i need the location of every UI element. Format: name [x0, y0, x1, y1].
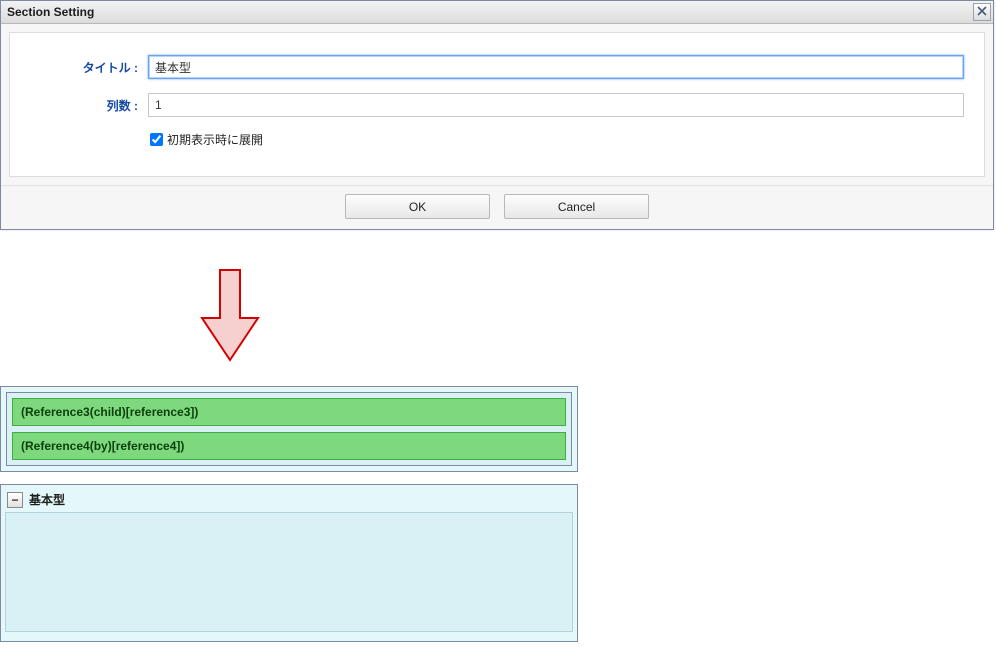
dialog-titlebar[interactable]: Section Setting [1, 1, 993, 24]
title-input[interactable] [148, 55, 964, 79]
cols-row: 列数 [30, 93, 964, 117]
cols-label: 列数 [30, 97, 138, 114]
section-header[interactable]: − 基本型 [5, 489, 573, 512]
section-body[interactable] [5, 512, 573, 632]
ref-item[interactable]: (Reference4(by)[reference4]) [12, 432, 566, 460]
down-arrow-icon [200, 268, 260, 366]
expand-checkbox-row: 初期表示時に展開 [150, 131, 964, 148]
cols-input[interactable] [148, 93, 964, 117]
dialog-footer: OK Cancel [1, 185, 993, 229]
dialog-body: タイトル 列数 初期表示時に展開 [9, 32, 985, 177]
refs-outer-panel: (Reference3(child)[reference3]) (Referen… [0, 386, 578, 472]
cancel-button[interactable]: Cancel [504, 194, 649, 219]
collapse-toggle[interactable]: − [7, 492, 23, 508]
arrow-shape [202, 270, 258, 360]
dialog-title: Section Setting [7, 5, 94, 19]
close-icon [977, 5, 987, 19]
expand-checkbox-label: 初期表示時に展開 [167, 131, 263, 148]
title-row: タイトル [30, 55, 964, 79]
title-label: タイトル [30, 59, 138, 76]
expand-checkbox[interactable] [150, 133, 163, 146]
refs-inner-panel: (Reference3(child)[reference3]) (Referen… [6, 392, 572, 466]
ok-button[interactable]: OK [345, 194, 490, 219]
section-panel: − 基本型 [0, 484, 578, 642]
dialog-close-button[interactable] [973, 3, 991, 21]
ref-item[interactable]: (Reference3(child)[reference3]) [12, 398, 566, 426]
result-area: (Reference3(child)[reference3]) (Referen… [0, 386, 578, 642]
section-title: 基本型 [29, 491, 65, 508]
section-setting-dialog: Section Setting タイトル 列数 初期表示時に展開 OK Canc… [0, 0, 994, 230]
minus-icon: − [11, 495, 18, 505]
